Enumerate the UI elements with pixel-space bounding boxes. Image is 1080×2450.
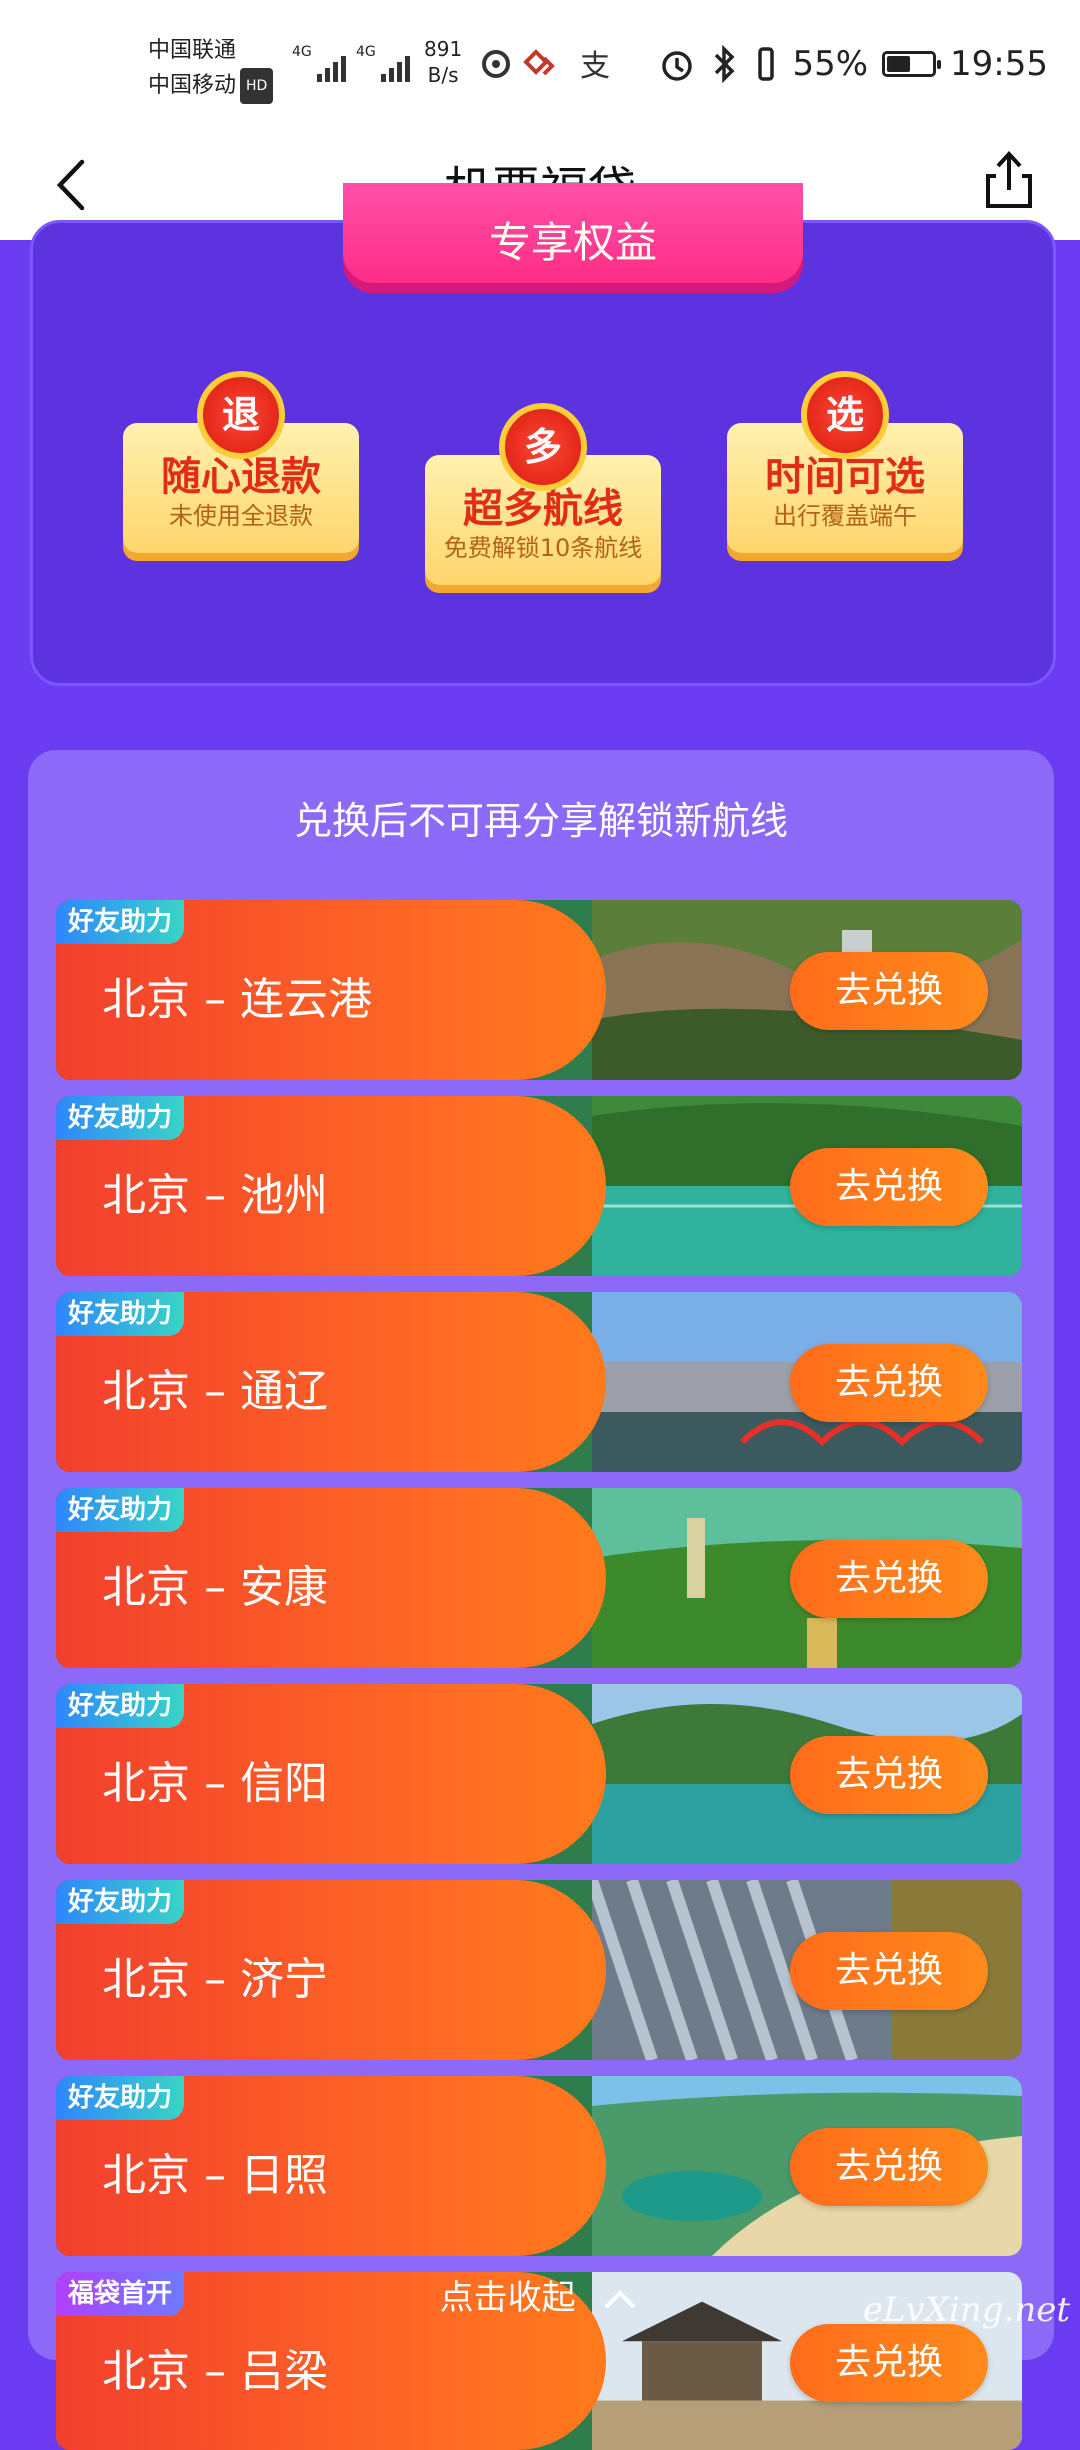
route-item[interactable]: 好友助力 北京 – 济宁 去兑换 xyxy=(56,1880,1022,2060)
signal-icon: 4G xyxy=(356,44,410,82)
alarm-icon xyxy=(662,51,693,81)
route-tag: 好友助力 xyxy=(56,1488,185,1532)
route-item[interactable]: 好友助力 北京 – 连云港 去兑换 xyxy=(56,900,1022,1080)
perk-subtitle: 出行覆盖端午 xyxy=(773,502,917,530)
notification-icons: 支 xyxy=(480,44,630,92)
carrier-2: 中国移动 xyxy=(148,73,237,98)
perk-title: 随心退款 xyxy=(161,454,321,500)
redeem-button[interactable]: 去兑换 xyxy=(790,952,988,1030)
redeem-button[interactable]: 去兑换 xyxy=(790,1736,988,1814)
redeem-button[interactable]: 去兑换 xyxy=(790,1148,988,1226)
share-button[interactable] xyxy=(974,146,1044,216)
content-area: 专享权益 退 随心退款 未使用全退款 多 超多航线 免费解锁10条航线 选 时间… xyxy=(0,183,1080,2450)
vibrate-icon xyxy=(758,47,775,81)
perk-routes: 多 超多航线 免费解锁10条航线 xyxy=(425,403,661,585)
route-item[interactable]: 好友助力 北京 – 日照 去兑换 xyxy=(56,2076,1022,2256)
redeem-button[interactable]: 去兑换 xyxy=(790,2128,988,2206)
route-name: 北京 – 信阳 xyxy=(102,1758,328,1809)
perk-time: 选 时间可选 出行覆盖端午 xyxy=(727,371,963,553)
back-arrow-icon xyxy=(56,159,85,211)
route-tag: 好友助力 xyxy=(56,1292,185,1336)
status-bar: 中国联通 中国移动 HD 4G 4G 891 B/s 支 55% 19:55 xyxy=(0,0,1080,130)
perk-subtitle: 免费解锁10条航线 xyxy=(443,534,643,562)
route-name: 北京 – 济宁 xyxy=(102,1954,328,2005)
carrier-info: 中国联通 中国移动 HD xyxy=(148,34,274,104)
route-tag: 好友助力 xyxy=(56,900,185,944)
route-name: 北京 – 池州 xyxy=(102,1170,328,1221)
redeem-button[interactable]: 去兑换 xyxy=(790,1344,988,1422)
collapse-label: 点击收起 xyxy=(439,2278,576,2318)
routes-card-title: 兑换后不可再分享解锁新航线 xyxy=(293,799,788,843)
exclusive-benefits-banner: 专享权益 xyxy=(343,183,803,283)
route-name: 北京 – 吕梁 xyxy=(102,2346,328,2397)
perk-title: 时间可选 xyxy=(765,454,925,500)
perks-panel: 专享权益 退 随心退款 未使用全退款 多 超多航线 免费解锁10条航线 选 时间… xyxy=(30,183,1056,686)
route-name: 北京 – 日照 xyxy=(102,2150,328,2201)
network-speed: 891 B/s xyxy=(424,37,463,87)
perk-refund: 退 随心退款 未使用全退款 xyxy=(123,371,359,553)
route-tag: 好友助力 xyxy=(56,1880,185,1924)
route-item[interactable]: 好友助力 北京 – 安康 去兑换 xyxy=(56,1488,1022,1668)
route-item[interactable]: 好友助力 北京 – 通辽 去兑换 xyxy=(56,1292,1022,1472)
route-name: 北京 – 通辽 xyxy=(102,1366,328,1417)
back-button[interactable] xyxy=(40,150,110,220)
share-icon xyxy=(986,151,1032,208)
hd-badge: HD xyxy=(240,68,274,104)
route-tag: 好友助力 xyxy=(56,2076,185,2120)
battery-icon xyxy=(882,51,942,77)
route-tag: 好友助力 xyxy=(56,1684,185,1728)
perk-badge: 退 xyxy=(197,371,285,459)
route-item[interactable]: 好友助力 北京 – 池州 去兑换 xyxy=(56,1096,1022,1276)
chevron-up-icon xyxy=(604,2289,636,2308)
route-name: 北京 – 安康 xyxy=(102,1562,328,1613)
system-status: 55% 19:55 xyxy=(658,44,1048,84)
route-name: 北京 – 连云港 xyxy=(102,974,372,1025)
perk-subtitle: 未使用全退款 xyxy=(169,502,313,530)
svg-text:支: 支 xyxy=(580,49,620,84)
watermark: eLvXing.net xyxy=(862,2290,1070,2330)
bluetooth-icon xyxy=(715,45,735,83)
routes-card: 兑换后不可再分享解锁新航线 好友助力 北京 – 连云港 去兑换 好友助力 北京 … xyxy=(28,750,1054,2450)
carrier-1: 中国联通 xyxy=(148,38,237,63)
route-tag: 好友助力 xyxy=(56,1096,185,1140)
perk-title: 超多航线 xyxy=(463,486,623,532)
redeem-button[interactable]: 去兑换 xyxy=(790,1932,988,2010)
app-notification-icons: 支 xyxy=(482,49,620,84)
redeem-button[interactable]: 去兑换 xyxy=(790,2324,988,2402)
signal-icon: 4G xyxy=(292,44,346,82)
clock: 19:55 xyxy=(950,44,1048,84)
perk-badge: 多 xyxy=(499,403,587,491)
perk-badge: 选 xyxy=(801,371,889,459)
route-item[interactable]: 好友助力 北京 – 信阳 去兑换 xyxy=(56,1684,1022,1864)
redeem-button[interactable]: 去兑换 xyxy=(790,1540,988,1618)
battery-percent: 55% xyxy=(792,44,869,84)
